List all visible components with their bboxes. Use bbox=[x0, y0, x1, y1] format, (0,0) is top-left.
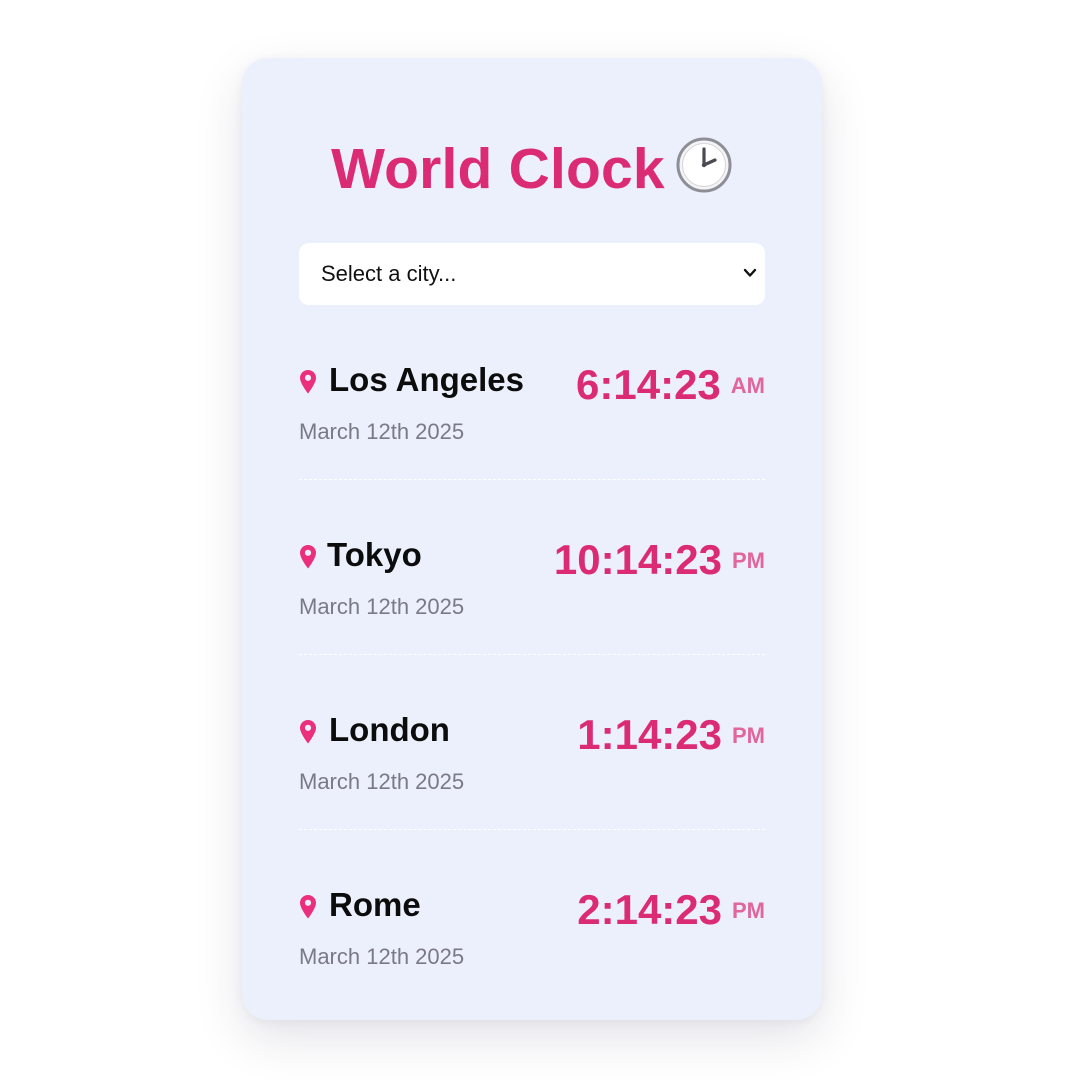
city-date: March 12th 2025 bbox=[299, 769, 465, 794]
city-name: Tokyo bbox=[327, 536, 422, 573]
city-time: 2:14:23 PM bbox=[577, 886, 765, 934]
map-pin-icon bbox=[299, 544, 317, 575]
map-pin-icon bbox=[299, 369, 317, 400]
city-row-rome: Rome March 12th 2025 2:14:23 PM bbox=[299, 886, 765, 1006]
city-time: 10:14:23 PM bbox=[554, 536, 765, 584]
time-period: PM bbox=[732, 898, 765, 923]
time-value: 1:14:23 bbox=[577, 711, 722, 758]
time-period: AM bbox=[730, 373, 765, 398]
city-row-tokyo: Tokyo March 12th 2025 10:14:23 PM bbox=[299, 536, 765, 656]
page-title-text: World Clock bbox=[331, 137, 665, 201]
city-time: 1:14:23 PM bbox=[577, 711, 765, 759]
divider bbox=[299, 479, 765, 480]
city-date: March 12th 2025 bbox=[299, 419, 465, 444]
divider bbox=[299, 654, 765, 655]
city-name: Los Angeles bbox=[329, 361, 524, 398]
city-row-los-angeles: Los Angeles March 12th 2025 6:14:23 AM bbox=[299, 361, 765, 481]
city-name: Rome bbox=[329, 886, 421, 923]
time-value: 2:14:23 bbox=[577, 886, 722, 933]
city-select[interactable]: Select a city... bbox=[299, 243, 765, 305]
divider bbox=[299, 829, 765, 830]
time-value: 6:14:23 bbox=[576, 361, 721, 408]
map-pin-icon bbox=[299, 894, 317, 925]
time-value: 10:14:23 bbox=[553, 536, 722, 583]
city-select-value: Select a city... bbox=[321, 261, 457, 286]
chevron-down-icon bbox=[743, 266, 757, 285]
map-pin-icon bbox=[299, 719, 317, 750]
city-row-london: London March 12th 2025 1:14:23 PM bbox=[299, 711, 765, 831]
world-clock-card: World Clock Select a city... Los Angeles… bbox=[242, 58, 822, 1020]
time-period: PM bbox=[732, 723, 765, 748]
city-date: March 12th 2025 bbox=[299, 594, 465, 619]
city-date: March 12th 2025 bbox=[299, 944, 465, 969]
clock-icon bbox=[675, 136, 733, 208]
page-title: World Clock bbox=[242, 136, 822, 208]
time-period: PM bbox=[732, 548, 765, 573]
city-time: 6:14:23 AM bbox=[576, 361, 765, 409]
city-name: London bbox=[329, 711, 450, 748]
